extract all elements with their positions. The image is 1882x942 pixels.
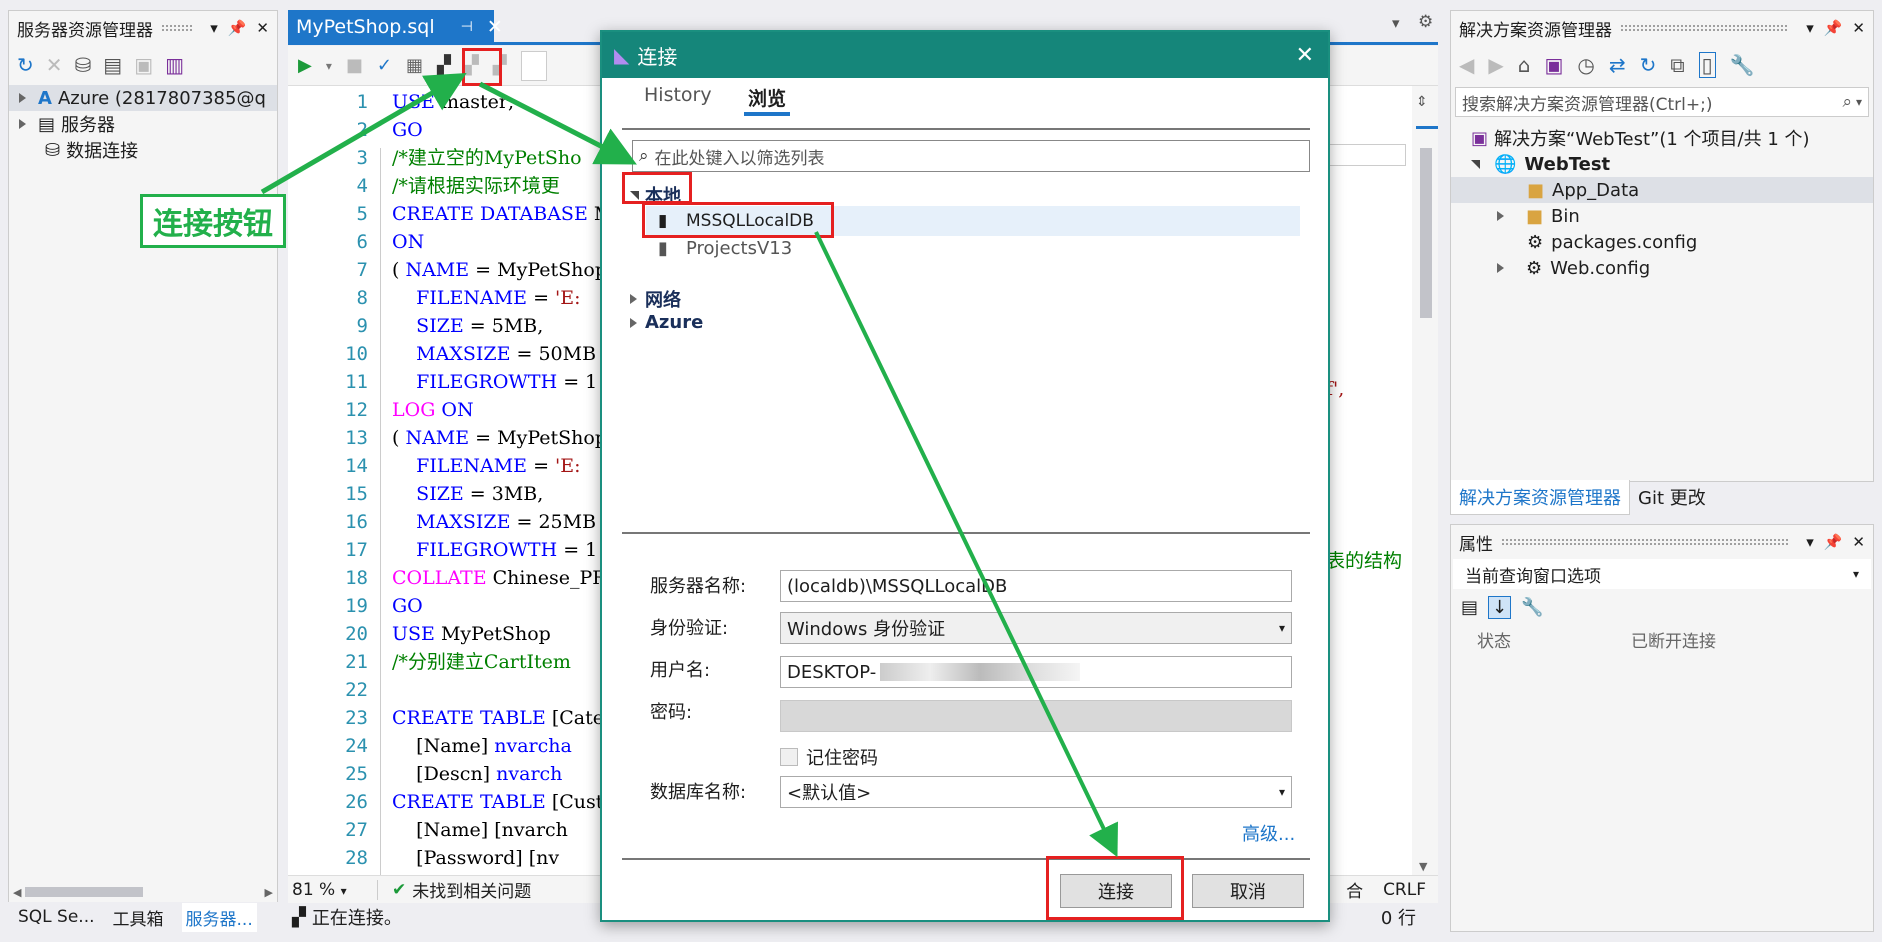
annotation-arrows — [260, 72, 1118, 858]
arrow-to-connect-icon — [260, 72, 467, 195]
arrow-to-local — [478, 81, 637, 165]
arrow-to-connect-button — [814, 231, 1118, 858]
